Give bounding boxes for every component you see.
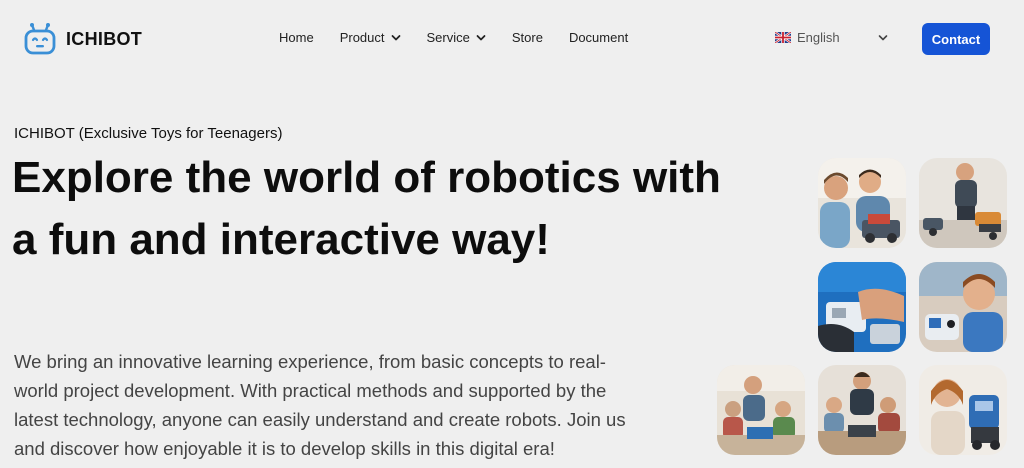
chevron-down-icon xyxy=(476,34,486,40)
photo-classroom-robotics xyxy=(717,365,805,455)
nav-item-service[interactable]: Service xyxy=(427,30,486,45)
nav-item-store[interactable]: Store xyxy=(512,30,543,45)
brand-logo[interactable]: ICHIBOT xyxy=(24,22,142,56)
photo-hands-assembling-robot xyxy=(818,262,906,352)
photo-girl-with-robot xyxy=(919,365,1007,455)
brand-name: ICHIBOT xyxy=(66,28,143,49)
main-nav: Home Product Service Store Document xyxy=(279,30,628,45)
description-line: We bring an innovative learning experien… xyxy=(14,351,606,372)
nav-item-label: Service xyxy=(426,30,470,45)
hero-eyebrow: ICHIBOT (Exclusive Toys for Teenagers) xyxy=(14,125,283,142)
hero-headline: Explore the world of robotics with a fun… xyxy=(12,147,812,271)
nav-item-document[interactable]: Document xyxy=(569,30,628,45)
site-header: ICHIBOT Home Product Service Store Docum… xyxy=(0,0,1024,78)
uk-flag-icon xyxy=(775,32,791,43)
nav-item-product[interactable]: Product xyxy=(340,30,401,45)
robot-head-icon xyxy=(24,23,56,55)
description-line: latest technology, anyone can easily und… xyxy=(14,409,626,430)
language-selector[interactable]: English xyxy=(775,30,888,45)
photo-boy-with-robot-kit xyxy=(919,158,1007,248)
photo-teacher-with-kids xyxy=(818,365,906,455)
description-line: and discover how enjoyable it is to deve… xyxy=(14,438,555,459)
contact-button[interactable]: Contact xyxy=(922,23,990,55)
headline-line: Explore the world of robotics with xyxy=(12,153,721,202)
language-label: English xyxy=(797,30,840,45)
headline-line: a fun and interactive way! xyxy=(12,215,550,264)
chevron-down-icon xyxy=(878,34,887,40)
hero-description: We bring an innovative learning experien… xyxy=(14,347,674,463)
nav-item-home[interactable]: Home xyxy=(279,30,314,45)
nav-item-label: Home xyxy=(279,30,314,45)
nav-item-label: Document xyxy=(568,30,629,45)
nav-item-label: Store xyxy=(511,30,543,45)
nav-item-label: Product xyxy=(339,30,385,45)
chevron-down-icon xyxy=(391,34,400,40)
photo-boys-building-robot xyxy=(818,158,906,248)
photo-boy-holding-robot xyxy=(919,262,1007,352)
description-line: world project development. With practica… xyxy=(14,380,607,401)
